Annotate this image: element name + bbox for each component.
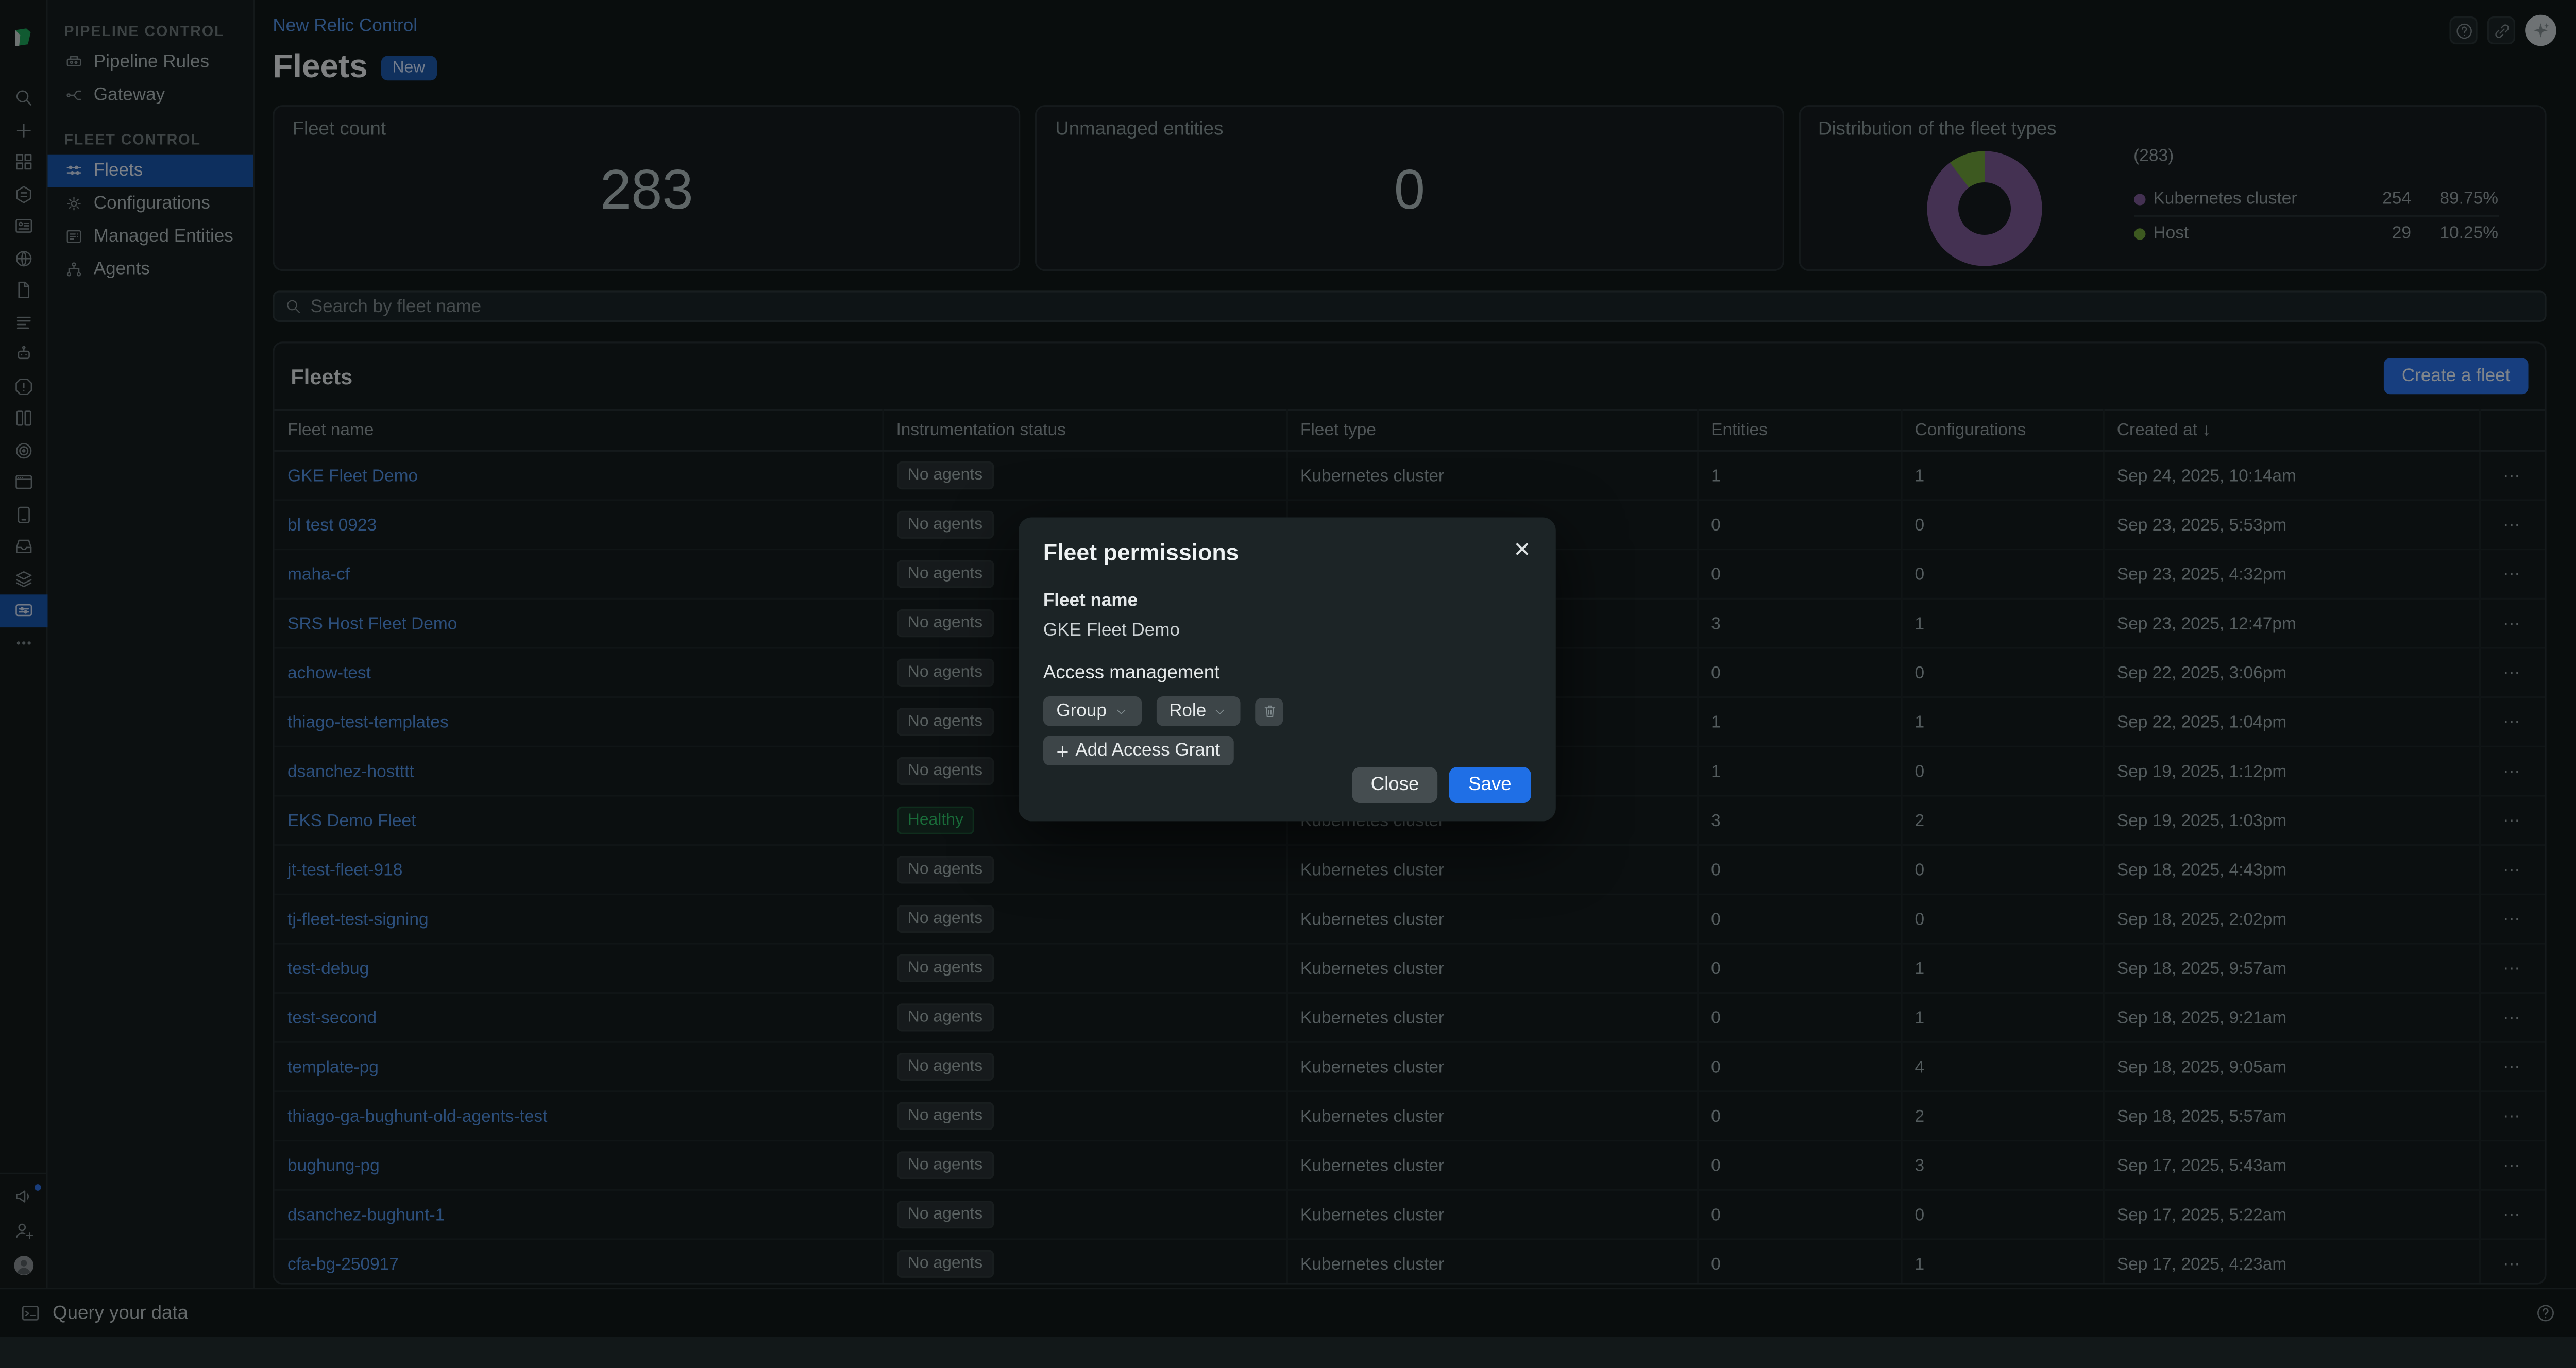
fleet-name-label: Fleet name — [1043, 591, 1531, 611]
app-root: PIPELINE CONTROL Pipeline RulesGateway F… — [0, 0, 2576, 1337]
fleet-permissions-modal: Fleet permissions ✕ Fleet name GKE Fleet… — [1019, 517, 1556, 821]
add-access-grant-button[interactable]: +Add Access Grant — [1043, 736, 1233, 765]
chevron-down-icon — [1213, 704, 1228, 719]
save-button[interactable]: Save — [1449, 767, 1531, 803]
chevron-down-icon — [1113, 704, 1128, 719]
fleet-name-value: GKE Fleet Demo — [1043, 621, 1531, 640]
trash-icon — [1261, 703, 1278, 720]
close-button[interactable]: Close — [1353, 767, 1437, 803]
modal-title: Fleet permissions — [1043, 539, 1531, 565]
access-management-label: Access management — [1043, 663, 1531, 683]
close-icon[interactable]: ✕ — [1510, 534, 1535, 567]
role-dropdown[interactable]: Role — [1156, 696, 1241, 726]
group-dropdown[interactable]: Group — [1043, 696, 1141, 726]
delete-grant-button[interactable] — [1256, 697, 1283, 725]
